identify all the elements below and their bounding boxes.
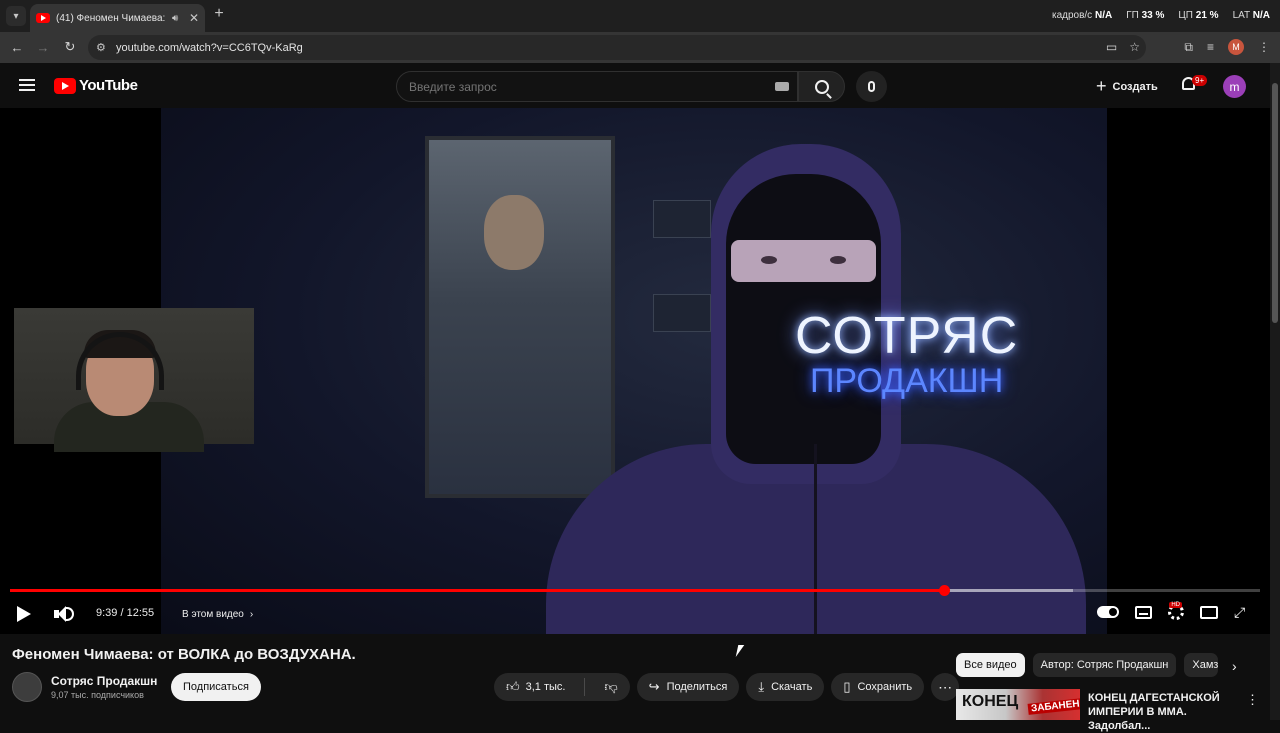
notifications-badge: 9+ (1192, 75, 1208, 86)
dislike-button[interactable]: 👎︎ (592, 673, 629, 701)
download-icon: ⤓ (758, 679, 765, 694)
player-controls: 9:39 / 12:55 В этом видео › HD ⤢ (0, 598, 1270, 630)
url-text[interactable]: youtube.com/watch?v=CC6TQv-KaRg (116, 42, 303, 54)
address-bar[interactable]: ⚙ youtube.com/watch?v=CC6TQv-KaRg ▭ ☆ (88, 35, 1146, 60)
thumbnail-stamp: ЗАБАНЕН (1027, 698, 1080, 715)
recommendation-menu-icon[interactable]: ⋮ (1246, 692, 1259, 708)
gpu-stat: ГП 33 % (1126, 10, 1165, 21)
page-scrollbar[interactable] (1270, 63, 1280, 720)
hd-badge: HD (1169, 602, 1182, 608)
search-box (396, 71, 798, 102)
thumbs-up-icon: 👍︎ (506, 679, 520, 694)
subtitles-icon[interactable] (1135, 605, 1152, 619)
like-count: 3,1 тыс. (525, 681, 566, 693)
chapters-button[interactable]: В этом видео › (176, 604, 259, 624)
progress-scrubber[interactable] (938, 585, 950, 596)
cpu-stat: ЦП 21 % (1178, 10, 1219, 21)
filter-chips: Все видео Автор: Сотряс Продакшн Хамзат (956, 653, 1219, 677)
neon-sign-line2: ПРОДАКШН (809, 362, 1004, 400)
subscriber-count: 9,07 тыс. подписчиков (51, 690, 144, 700)
media-controls-icon[interactable]: ≡ (1207, 40, 1214, 54)
thumbs-down-icon: 👎︎ (604, 679, 618, 694)
share-button[interactable]: ↪ Поделиться (636, 673, 740, 701)
chip-related[interactable]: Хамзат (1184, 653, 1219, 677)
performance-overlay: кадров/с N/A ГП 33 % ЦП 21 % LAT N/A (1052, 10, 1270, 21)
time-display: 9:39 / 12:55 (96, 607, 155, 619)
more-actions-icon[interactable]: ⋯ (931, 673, 960, 701)
account-avatar[interactable]: m (1223, 75, 1246, 98)
like-button[interactable]: 👍︎ 3,1 тыс. (494, 673, 577, 701)
download-label: Скачать (771, 681, 813, 693)
chapters-label: В этом видео (182, 608, 244, 620)
youtube-favicon-icon (36, 13, 50, 23)
fps-stat: кадров/с N/A (1051, 10, 1113, 21)
tab-title: (41) Феномен Чимаева: от ВОЛКА до ВОЗДУХ… (56, 12, 166, 24)
channel-name[interactable]: Сотряс Продакшн (51, 674, 157, 688)
youtube-logo-icon (54, 77, 76, 94)
create-button[interactable]: + Создать (1088, 73, 1166, 100)
bookmark-star-icon[interactable]: ☆ (1129, 40, 1140, 54)
youtube-logo[interactable]: YouTube (54, 77, 138, 94)
thumbnail-text: КОНЕЦ (962, 693, 1019, 710)
mouse-cursor-icon (735, 645, 745, 657)
new-tab-button[interactable]: + (210, 5, 228, 23)
latency-stat: LAT N/A (1232, 10, 1270, 21)
youtube-header: YouTube + Создать 9+ m (0, 63, 1280, 108)
video-title: Феномен Чимаева: от ВОЛКА до ВОЗДУХАНА. (12, 646, 356, 663)
keyboard-icon[interactable] (775, 82, 789, 91)
browser-tabstrip: ▾ (41) Феномен Чимаева: от ВОЛКА до ВОЗД… (0, 0, 1280, 32)
cast-icon[interactable]: ▭ (1106, 40, 1117, 54)
progress-played (10, 589, 944, 592)
recommendation-title[interactable]: КОНЕЦ ДАГЕСТАНСКОЙ ИМПЕРИИ В ММА. Задолб… (1088, 691, 1238, 733)
voice-search-button[interactable] (856, 71, 887, 102)
play-icon[interactable] (17, 606, 31, 622)
scrollbar-thumb[interactable] (1272, 83, 1278, 323)
save-button[interactable]: ▯ Сохранить (831, 673, 925, 701)
video-player[interactable]: СОТРЯС ПРОДАКШН 9:39 / 12:55 В этом виде… (0, 108, 1270, 634)
browser-profile-avatar[interactable]: M (1228, 39, 1244, 55)
chip-all-videos[interactable]: Все видео (956, 653, 1025, 677)
download-button[interactable]: ⤓ Скачать (746, 673, 825, 701)
browser-toolbar: ← → ↻ ⚙ youtube.com/watch?v=CC6TQv-KaRg … (0, 32, 1280, 63)
youtube-logo-text: YouTube (79, 77, 138, 94)
like-dislike-group: 👍︎ 3,1 тыс. 👎︎ (494, 673, 630, 701)
fullscreen-icon[interactable]: ⤢ (1234, 605, 1248, 619)
search-button[interactable] (798, 71, 845, 102)
tab-audio-icon[interactable]: 🔊︎ (172, 13, 178, 24)
streamer-webcam-overlay (14, 308, 254, 452)
menu-hamburger-icon[interactable] (19, 79, 35, 91)
extensions-icon[interactable]: ⧉ (1184, 40, 1193, 55)
browser-menu-icon[interactable]: ⋮ (1258, 40, 1270, 54)
search-icon (814, 79, 829, 94)
share-label: Поделиться (666, 681, 728, 693)
progress-bar[interactable] (10, 585, 1260, 596)
chevron-right-icon[interactable]: › (1232, 658, 1237, 674)
back-arrow-icon[interactable]: ← (8, 38, 26, 56)
browser-tab-active[interactable]: (41) Феномен Чимаева: от ВОЛКА до ВОЗДУХ… (30, 4, 205, 32)
share-arrow-icon: ↪ (648, 679, 660, 694)
autoplay-toggle[interactable] (1097, 606, 1119, 618)
tab-close-icon[interactable]: ✕ (189, 11, 199, 25)
forward-arrow-icon[interactable]: → (34, 38, 52, 56)
create-label: Создать (1112, 80, 1158, 93)
save-label: Сохранить (857, 681, 913, 693)
plus-icon: + (1096, 76, 1107, 96)
chip-author[interactable]: Автор: Сотряс Продакшн (1032, 653, 1177, 677)
neon-sign-line1: СОТРЯС (795, 307, 1019, 365)
bookmark-icon: ▯ (843, 679, 851, 694)
subscribe-button[interactable]: Подписаться (171, 673, 261, 701)
neon-sign: СОТРЯС ПРОДАКШН (795, 306, 1018, 401)
chevron-right-icon: › (249, 608, 254, 620)
search-input[interactable] (409, 79, 759, 94)
theater-mode-icon[interactable] (1200, 605, 1218, 619)
channel-avatar[interactable] (12, 672, 42, 702)
recommendation-thumbnail[interactable]: КОНЕЦ ЗАБАНЕН (956, 689, 1080, 720)
reload-icon[interactable]: ↻ (61, 38, 79, 56)
tab-search-dropdown-icon[interactable]: ▾ (6, 6, 26, 26)
microphone-icon (868, 81, 875, 92)
site-info-icon[interactable]: ⚙ (96, 41, 116, 54)
video-actions: 👍︎ 3,1 тыс. 👎︎ ↪ Поделиться ⤓ Скачать ▯ … (494, 673, 960, 701)
